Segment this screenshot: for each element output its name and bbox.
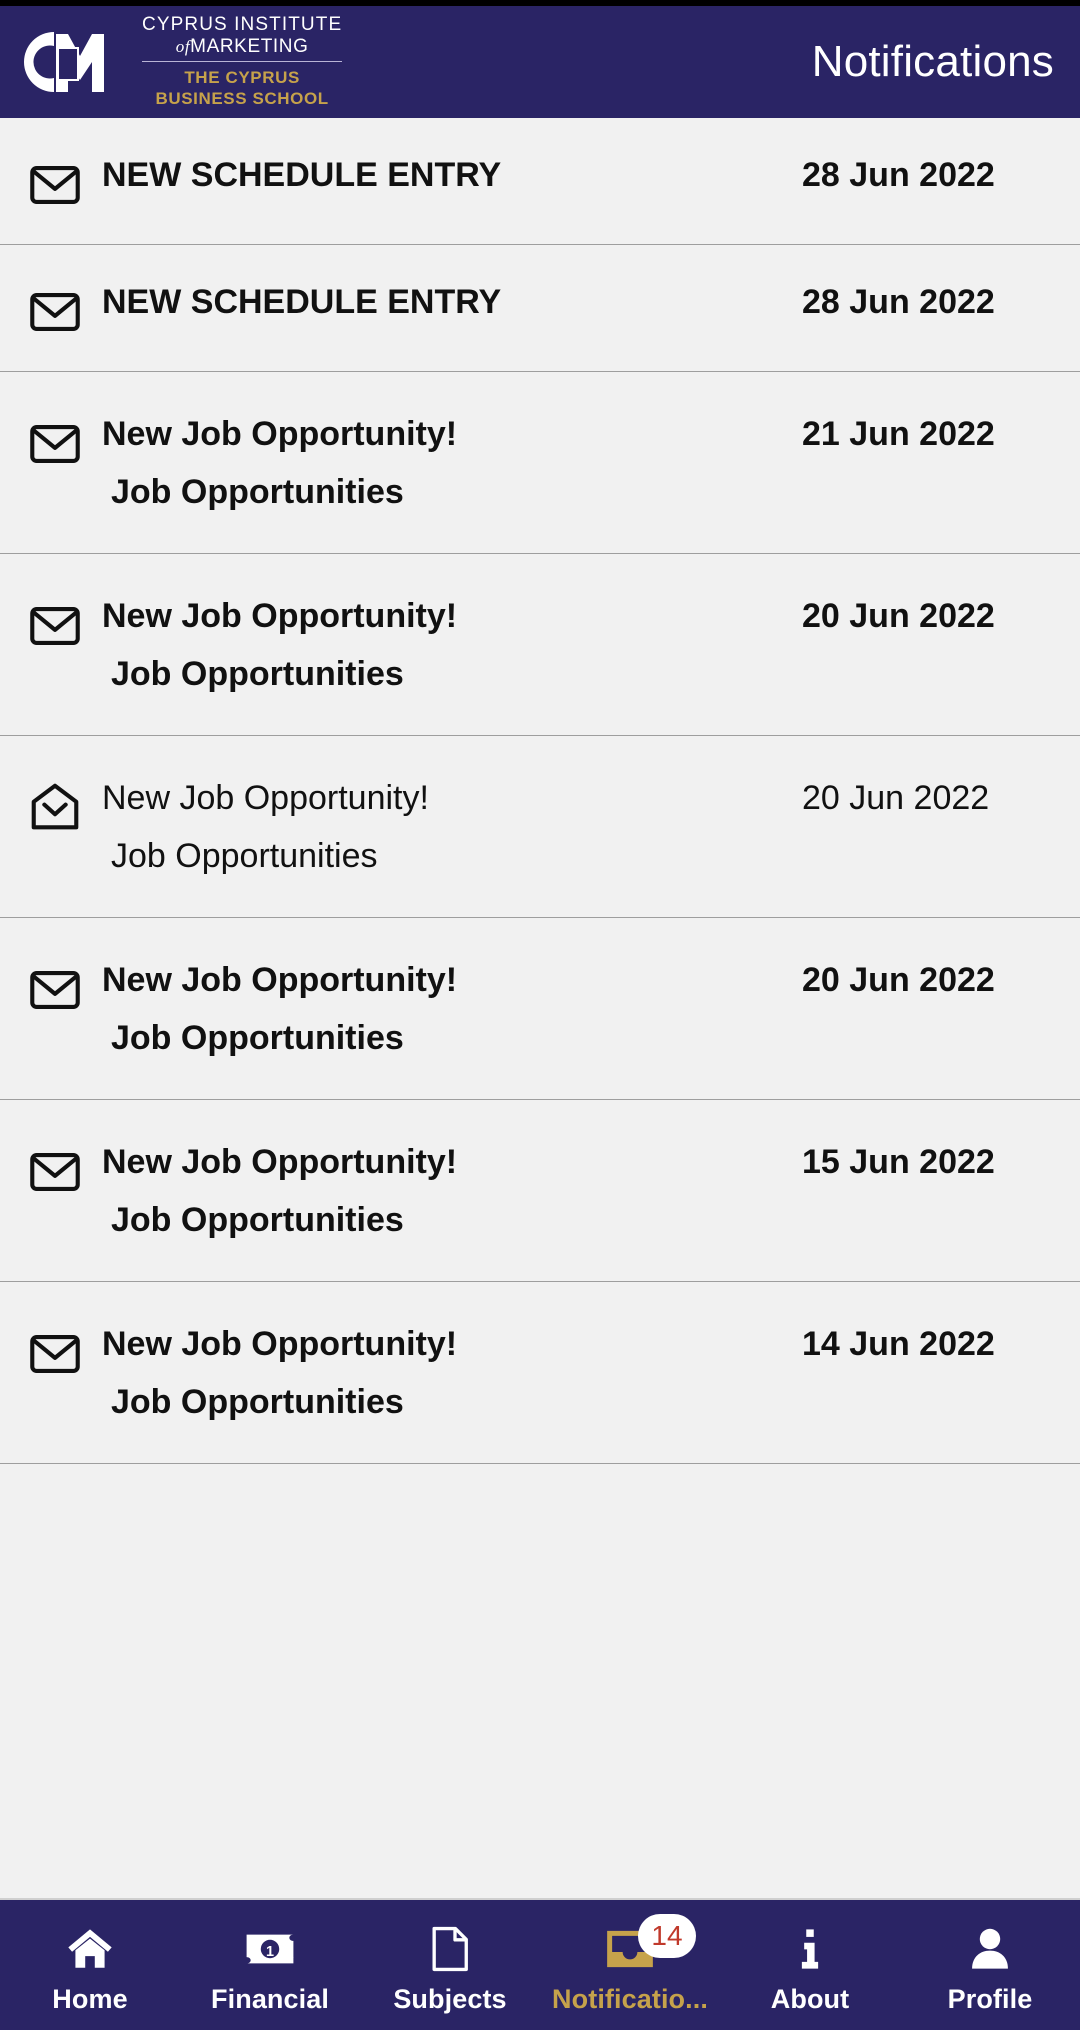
brand-lockup: CYPRUS INSTITUTE ofMARKETING THE CYPRUS … bbox=[18, 14, 343, 108]
notification-row[interactable]: New Job Opportunity! Job Opportunities 14 … bbox=[0, 1282, 1080, 1464]
notification-row[interactable]: New Job Opportunity! Job Opportunities 20 … bbox=[0, 554, 1080, 736]
notification-row[interactable]: New Job Opportunity! Job Opportunities 21 … bbox=[0, 372, 1080, 554]
notification-body: New Job Opportunity! Job Opportunities bbox=[102, 736, 802, 875]
nav-item-label: Notificatio... bbox=[552, 1983, 708, 2014]
nav-item-label: Profile bbox=[947, 1983, 1033, 2014]
nav-item-notificatio[interactable]: 14 Notificatio... bbox=[540, 1900, 720, 2030]
notification-date: 28 Jun 2022 bbox=[802, 156, 995, 194]
closed-envelope-icon bbox=[26, 1100, 102, 1201]
notification-title: New Job Opportunity! bbox=[102, 1325, 458, 1363]
notification-body: New Job Opportunity! Job Opportunities bbox=[102, 918, 802, 1057]
notification-count-badge: 14 bbox=[638, 1913, 696, 1958]
home-icon bbox=[65, 1922, 115, 1976]
brand-text: CYPRUS INSTITUTE ofMARKETING THE CYPRUS … bbox=[142, 14, 343, 108]
notification-list[interactable]: NEW SCHEDULE ENTRY 28 Jun 2022 NEW SCHEDUL… bbox=[0, 118, 1080, 1898]
notification-date: 20 Jun 2022 bbox=[802, 779, 990, 817]
notification-title: NEW SCHEDULE ENTRY bbox=[102, 283, 502, 321]
notification-body: NEW SCHEDULE ENTRY bbox=[102, 245, 802, 321]
closed-envelope-icon bbox=[26, 118, 102, 214]
notification-title: New Job Opportunity! bbox=[102, 597, 458, 635]
notification-body: NEW SCHEDULE ENTRY bbox=[102, 118, 802, 194]
nav-item-label: About bbox=[770, 1983, 850, 2014]
nav-item-financial[interactable]: 1 Financial bbox=[180, 1900, 360, 2030]
closed-envelope-icon bbox=[26, 1282, 102, 1383]
info-icon bbox=[785, 1922, 835, 1976]
notification-title: New Job Opportunity! bbox=[102, 1143, 458, 1181]
notification-date: 15 Jun 2022 bbox=[802, 1143, 995, 1181]
banknote-icon: 1 bbox=[243, 1922, 297, 1976]
notification-date: 20 Jun 2022 bbox=[802, 597, 995, 635]
notification-row[interactable]: New Job Opportunity! Job Opportunities 15 … bbox=[0, 1100, 1080, 1282]
notification-subtitle: Job Opportunities bbox=[111, 655, 404, 694]
notification-date: 28 Jun 2022 bbox=[802, 283, 995, 321]
notification-envelope-icon: 14 bbox=[604, 1913, 696, 1976]
closed-envelope-icon bbox=[26, 245, 102, 341]
notification-body: New Job Opportunity! Job Opportunities bbox=[102, 1282, 802, 1421]
nav-item-subjects[interactable]: Subjects bbox=[360, 1900, 540, 2030]
cim-monogram-logo bbox=[18, 26, 128, 98]
brand-of-italic: of bbox=[175, 37, 191, 57]
app-screen: CYPRUS INSTITUTE ofMARKETING THE CYPRUS … bbox=[0, 0, 1080, 2030]
notification-title: NEW SCHEDULE ENTRY bbox=[102, 156, 502, 194]
bottom-navigation-bar[interactable]: Home 1 Financial Subjects 14 Notificatio... Ab… bbox=[0, 1898, 1080, 2030]
notification-body: New Job Opportunity! Job Opportunities bbox=[102, 554, 802, 693]
nav-item-label: Subjects bbox=[393, 1983, 507, 2014]
notification-row[interactable]: NEW SCHEDULE ENTRY 28 Jun 2022 bbox=[0, 118, 1080, 245]
notification-subtitle: Job Opportunities bbox=[111, 837, 378, 876]
open-envelope-icon bbox=[26, 736, 102, 837]
notification-subtitle: Job Opportunities bbox=[111, 1383, 404, 1422]
nav-item-label: Financial bbox=[211, 1983, 329, 2014]
svg-text:1: 1 bbox=[266, 1943, 274, 1959]
notification-row[interactable]: New Job Opportunity! Job Opportunities 20 … bbox=[0, 918, 1080, 1100]
brand-tagline-1: THE CYPRUS bbox=[184, 68, 300, 88]
brand-divider bbox=[142, 61, 343, 63]
closed-envelope-icon bbox=[26, 918, 102, 1019]
notification-date: 14 Jun 2022 bbox=[802, 1325, 995, 1363]
brand-line-1: CYPRUS INSTITUTE bbox=[142, 14, 343, 36]
nav-item-profile[interactable]: Profile bbox=[900, 1900, 1080, 2030]
notification-subtitle: Job Opportunities bbox=[111, 1019, 404, 1058]
closed-envelope-icon bbox=[26, 554, 102, 655]
brand-marketing: MARKETING bbox=[190, 36, 309, 58]
notification-body: New Job Opportunity! Job Opportunities bbox=[102, 372, 802, 511]
brand-line-2: ofMARKETING bbox=[176, 37, 309, 56]
notification-title: New Job Opportunity! bbox=[102, 415, 458, 453]
document-icon bbox=[425, 1922, 475, 1976]
notification-subtitle: Job Opportunities bbox=[111, 473, 404, 512]
notification-title: New Job Opportunity! bbox=[102, 779, 429, 817]
notification-row[interactable]: NEW SCHEDULE ENTRY 28 Jun 2022 bbox=[0, 245, 1080, 372]
page-title: Notifications bbox=[811, 37, 1054, 86]
notification-subtitle: Job Opportunities bbox=[111, 1201, 404, 1240]
app-header: CYPRUS INSTITUTE ofMARKETING THE CYPRUS … bbox=[0, 6, 1080, 118]
notification-date: 20 Jun 2022 bbox=[802, 961, 995, 999]
nav-item-home[interactable]: Home bbox=[0, 1900, 180, 2030]
closed-envelope-icon bbox=[26, 372, 102, 473]
notification-body: New Job Opportunity! Job Opportunities bbox=[102, 1100, 802, 1239]
person-icon bbox=[965, 1922, 1015, 1976]
nav-item-about[interactable]: About bbox=[720, 1900, 900, 2030]
notification-row[interactable]: New Job Opportunity! Job Opportunities 20 … bbox=[0, 736, 1080, 918]
notification-date: 21 Jun 2022 bbox=[802, 415, 995, 453]
nav-item-label: Home bbox=[52, 1983, 128, 2014]
notification-title: New Job Opportunity! bbox=[102, 961, 458, 999]
brand-tagline-2: BUSINESS SCHOOL bbox=[155, 88, 329, 108]
